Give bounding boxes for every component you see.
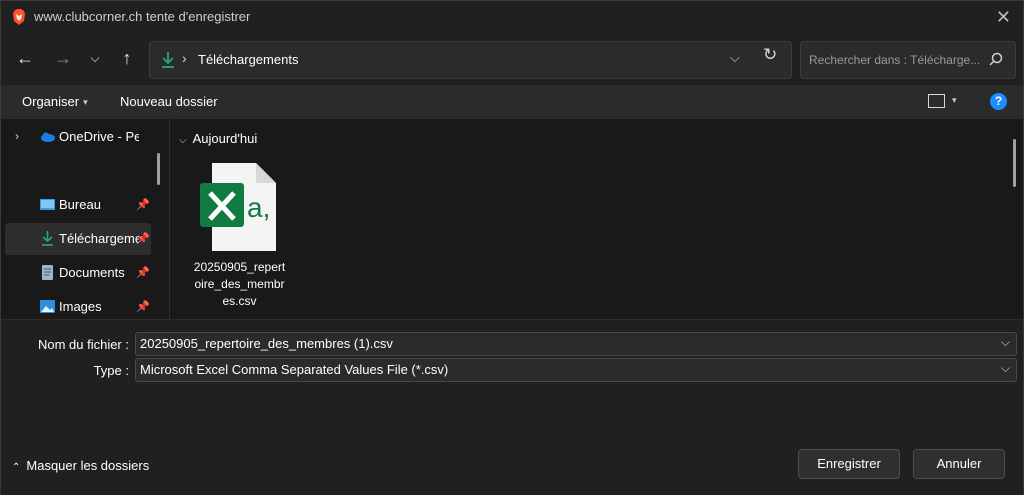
new-folder-button[interactable]: Nouveau dossier [120,94,218,109]
search-icon[interactable] [989,52,1003,66]
chevron-down-icon: ⌵ [179,135,187,146]
sidebar-item-onedrive[interactable]: OneDrive - Perso [5,121,151,153]
filename-value[interactable]: 20250905_repertoire_des_membres (1).csv [140,336,393,351]
sidebar-item-label: Documents [59,265,125,280]
desktop-icon [40,199,55,210]
documents-icon [42,265,53,280]
chevron-down-icon[interactable]: ⌵ [83,46,107,70]
forward-icon[interactable]: → [51,46,75,70]
filename-label: Nom du fichier : [37,337,129,352]
pin-icon[interactable]: 📌 [136,198,150,211]
chevron-up-icon: ⌃ [12,462,21,473]
view-icon[interactable] [928,94,945,108]
breadcrumb-downloads[interactable]: Téléchargements [198,52,298,67]
search-input[interactable]: Rechercher dans : Télécharge... [809,53,980,67]
save-button[interactable]: Enregistrer [798,449,900,479]
chevron-down-icon[interactable]: ⌵ [1001,335,1010,350]
close-icon[interactable]: ✕ [996,7,1011,28]
type-value[interactable]: Microsoft Excel Comma Separated Values F… [140,362,448,377]
back-icon[interactable]: ← [13,46,37,70]
command-bar: Organiser ▾ Nouveau dossier ▾ ? [1,85,1023,119]
pin-icon[interactable]: 📌 [136,300,150,313]
type-label: Type : [93,363,129,378]
chevron-down-icon: ▾ [83,97,88,107]
navigation-bar: ← → ⌵ ↑ › Téléchargements ⌵ ↻ Rechercher… [1,33,1023,85]
sidebar-scrollbar[interactable] [157,153,160,185]
file-list: ⌵ Aujourd'hui a, 20250905_repertoire_des_… [170,119,1023,319]
address-bar[interactable]: › Téléchargements ⌵ [149,41,792,79]
sidebar-item-downloads[interactable]: Téléchargements 📌 [5,223,151,255]
file-name: 20250905_repertoire_des_membres.csv [193,260,286,308]
help-icon[interactable]: ? [990,93,1007,110]
excel-csv-icon: a, [200,163,276,251]
search-box[interactable]: Rechercher dans : Télécharge... [800,41,1016,79]
images-icon [40,300,55,313]
breadcrumb-separator: › [182,50,187,66]
cancel-button[interactable]: Annuler [913,449,1005,479]
address-dropdown-icon[interactable]: ⌵ [730,50,740,66]
pin-icon[interactable]: 📌 [136,232,150,245]
sidebar-item-documents[interactable]: Documents 📌 [5,257,151,289]
save-dialog: www.clubcorner.ch tente d'enregistrer ✕ … [0,0,1024,495]
hide-folders-button[interactable]: ⌃ Masquer les dossiers [12,458,149,473]
file-item[interactable]: a, 20250905_repertoire_des_membres.csv [192,159,302,319]
sidebar-item-bureau[interactable]: Bureau 📌 [5,189,151,221]
svg-text:a,: a, [247,192,270,223]
organize-button[interactable]: Organiser ▾ [22,94,88,109]
sidebar-item-label: Images [59,299,102,314]
download-icon [162,52,174,68]
up-icon[interactable]: ↑ [115,46,139,70]
pin-icon[interactable]: 📌 [136,266,150,279]
download-icon [42,231,53,246]
sidebar-item-label: Téléchargements [59,231,139,246]
onedrive-icon [41,132,55,142]
filename-field[interactable]: 20250905_repertoire_des_membres (1).csv … [135,332,1017,356]
group-header[interactable]: ⌵ Aujourd'hui [179,131,257,146]
navigation-pane: › OneDrive - Perso Bureau 📌 Téléchargeme… [1,119,170,319]
type-select[interactable]: Microsoft Excel Comma Separated Values F… [135,358,1017,382]
title-bar: www.clubcorner.ch tente d'enregistrer ✕ [1,1,1023,33]
chevron-down-icon[interactable]: ▾ [952,95,957,106]
window-title: www.clubcorner.ch tente d'enregistrer [34,9,251,24]
chevron-down-icon[interactable]: ⌵ [1001,361,1010,376]
sidebar-item-label: OneDrive - Perso [59,129,139,144]
save-form: Nom du fichier : 20250905_repertoire_des… [1,319,1023,495]
refresh-icon[interactable]: ↻ [763,45,777,65]
sidebar-item-label: Bureau [59,197,101,212]
brave-lion-icon [13,9,25,25]
file-list-scrollbar[interactable] [1013,139,1016,187]
